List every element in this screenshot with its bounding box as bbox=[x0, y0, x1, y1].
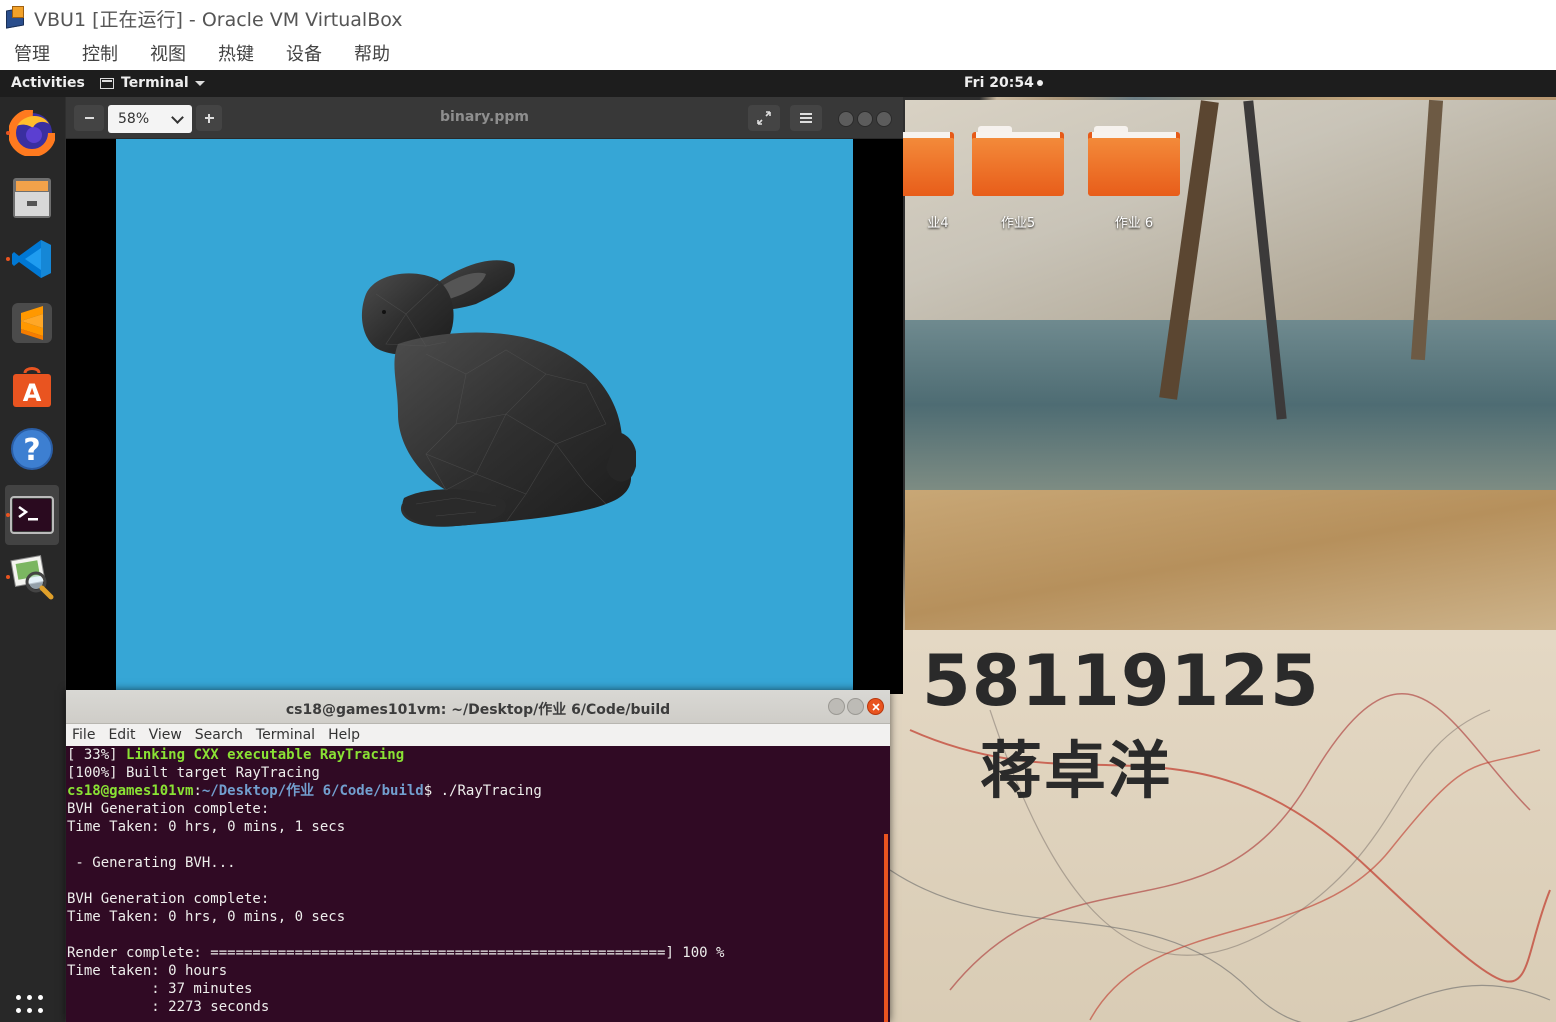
help-icon: ? bbox=[11, 428, 53, 470]
stanford-bunny-render bbox=[361, 260, 636, 527]
dock-terminal[interactable] bbox=[5, 485, 59, 545]
menu-button[interactable] bbox=[790, 105, 822, 131]
dock-vscode[interactable] bbox=[5, 231, 59, 287]
terminal-icon bbox=[10, 496, 54, 534]
running-indicator bbox=[6, 257, 10, 261]
terminal-line: : 2273 seconds bbox=[67, 999, 270, 1015]
close-button[interactable] bbox=[876, 111, 892, 127]
terminal-window[interactable]: cs18@games101vm: ~/Desktop/作业 6/Code/bui… bbox=[66, 690, 890, 1022]
virtualbox-titlebar: VBU1 [正在运行] - Oracle VM VirtualBox bbox=[0, 0, 1556, 36]
minimize-button[interactable] bbox=[838, 111, 854, 127]
running-indicator bbox=[6, 575, 10, 579]
sublime-text-icon bbox=[12, 303, 52, 343]
clock[interactable]: Fri 20:54 bbox=[964, 75, 1043, 91]
wallpaper-water bbox=[905, 320, 1556, 490]
folder-label: 作业 6 bbox=[1114, 216, 1154, 231]
svg-text:A: A bbox=[23, 379, 42, 407]
terminal-line: : 37 minutes bbox=[67, 981, 253, 997]
terminal-line: [ 33%] Linking CXX executable RayTracing bbox=[67, 747, 405, 763]
prompt-user: cs18@games101vm bbox=[67, 783, 194, 799]
terminal-line: Time Taken: 0 hrs, 0 mins, 0 secs bbox=[67, 909, 346, 925]
activities-button[interactable]: Activities bbox=[11, 75, 85, 91]
prompt-path: ~/Desktop/作业 6/Code/build bbox=[201, 783, 424, 799]
files-icon bbox=[13, 178, 51, 218]
folder-label: 作业5 bbox=[1000, 216, 1036, 231]
menu-view[interactable]: 视图 bbox=[150, 40, 186, 66]
running-indicator bbox=[6, 513, 10, 517]
terminal-menu-help[interactable]: Help bbox=[328, 727, 360, 743]
desktop-folder-5[interactable]: 作业5 bbox=[968, 124, 1068, 231]
menu-devices[interactable]: 设备 bbox=[286, 40, 322, 66]
minimize-button[interactable] bbox=[828, 698, 845, 715]
dock-sublime[interactable] bbox=[5, 295, 59, 351]
terminal-menubar: File Edit View Search Terminal Help bbox=[66, 724, 890, 746]
svg-text:?: ? bbox=[23, 433, 40, 468]
app-menu[interactable]: Terminal bbox=[100, 75, 205, 91]
close-icon bbox=[871, 702, 880, 711]
menu-hotkeys[interactable]: 热键 bbox=[218, 40, 254, 66]
terminal-line: Time Taken: 0 hrs, 0 mins, 1 secs bbox=[67, 819, 346, 835]
guest-screen[interactable]: 58119125 蒋卓洋 业4 作业5 作业 6 Activities Term… bbox=[0, 70, 1556, 1022]
menu-help[interactable]: 帮助 bbox=[354, 40, 390, 66]
image-viewer-icon bbox=[10, 555, 54, 600]
hamburger-icon bbox=[800, 113, 812, 123]
image-viewer-window[interactable]: 58% binary.ppm bbox=[66, 97, 903, 694]
terminal-prompt-line: cs18@games101vm:~/Desktop/作业 6/Code/buil… bbox=[67, 783, 542, 799]
running-indicator bbox=[6, 131, 10, 135]
dock-files[interactable] bbox=[5, 169, 59, 225]
dock-firefox[interactable] bbox=[5, 105, 59, 161]
terminal-title: cs18@games101vm: ~/Desktop/作业 6/Code/bui… bbox=[285, 702, 671, 718]
dock-software[interactable]: A bbox=[5, 359, 59, 415]
software-center-icon: A bbox=[13, 367, 51, 407]
prompt-command: $ ./RayTracing bbox=[423, 783, 542, 799]
terminal-line: [100%] Built target RayTracing bbox=[67, 765, 320, 781]
menu-manage[interactable]: 管理 bbox=[14, 40, 50, 66]
maximize-button[interactable] bbox=[857, 111, 873, 127]
terminal-line: BVH Generation complete: bbox=[67, 801, 270, 817]
rendered-image bbox=[116, 139, 853, 694]
terminal-output[interactable]: [ 33%] Linking CXX executable RayTracing… bbox=[67, 746, 885, 1022]
wallpaper-student-name: 蒋卓洋 bbox=[980, 734, 1173, 807]
virtualbox-app-icon bbox=[4, 6, 28, 30]
menu-control[interactable]: 控制 bbox=[82, 40, 118, 66]
folder-label: 业4 bbox=[927, 216, 949, 231]
dock: A ? bbox=[0, 97, 65, 1022]
terminal-menu-terminal[interactable]: Terminal bbox=[256, 727, 315, 743]
desktop-folder-6[interactable]: 作业 6 bbox=[1084, 124, 1184, 231]
gnome-topbar: Activities Terminal Fri 20:54 bbox=[0, 70, 1556, 97]
firefox-icon bbox=[9, 110, 55, 156]
terminal-titlebar[interactable]: cs18@games101vm: ~/Desktop/作业 6/Code/bui… bbox=[66, 690, 890, 724]
virtualbox-menubar: 管理 控制 视图 热键 设备 帮助 bbox=[0, 36, 1556, 70]
terminal-line: - Generating BVH... bbox=[67, 855, 236, 871]
image-viewer-headerbar: 58% binary.ppm bbox=[66, 97, 903, 139]
fullscreen-button[interactable] bbox=[748, 105, 780, 131]
folder-icon bbox=[1088, 124, 1180, 198]
clock-label: Fri 20:54 bbox=[964, 75, 1034, 91]
terminal-line: BVH Generation complete: bbox=[67, 891, 270, 907]
terminal-menu-view[interactable]: View bbox=[149, 727, 182, 743]
terminal-line: Render complete: =======================… bbox=[67, 945, 725, 961]
fullscreen-icon bbox=[757, 111, 771, 125]
terminal-small-icon bbox=[100, 77, 114, 89]
dock-image-viewer[interactable] bbox=[5, 549, 59, 605]
vscode-icon bbox=[12, 240, 51, 278]
folder-icon bbox=[972, 124, 1064, 198]
terminal-menu-search[interactable]: Search bbox=[195, 727, 243, 743]
maximize-button[interactable] bbox=[847, 698, 864, 715]
dock-help[interactable]: ? bbox=[5, 421, 59, 477]
terminal-line: Time taken: 0 hours bbox=[67, 963, 228, 979]
window-title: VBU1 [正在运行] - Oracle VM VirtualBox bbox=[34, 8, 403, 31]
chevron-down-icon bbox=[194, 80, 205, 86]
app-menu-label: Terminal bbox=[121, 75, 189, 91]
notification-dot-icon bbox=[1036, 80, 1043, 86]
terminal-menu-edit[interactable]: Edit bbox=[108, 727, 135, 743]
close-button[interactable] bbox=[867, 698, 884, 715]
wallpaper-student-number: 58119125 bbox=[922, 640, 1320, 722]
terminal-scrollbar[interactable] bbox=[884, 834, 888, 1022]
terminal-menu-file[interactable]: File bbox=[72, 727, 95, 743]
show-applications-button[interactable] bbox=[16, 995, 48, 1015]
